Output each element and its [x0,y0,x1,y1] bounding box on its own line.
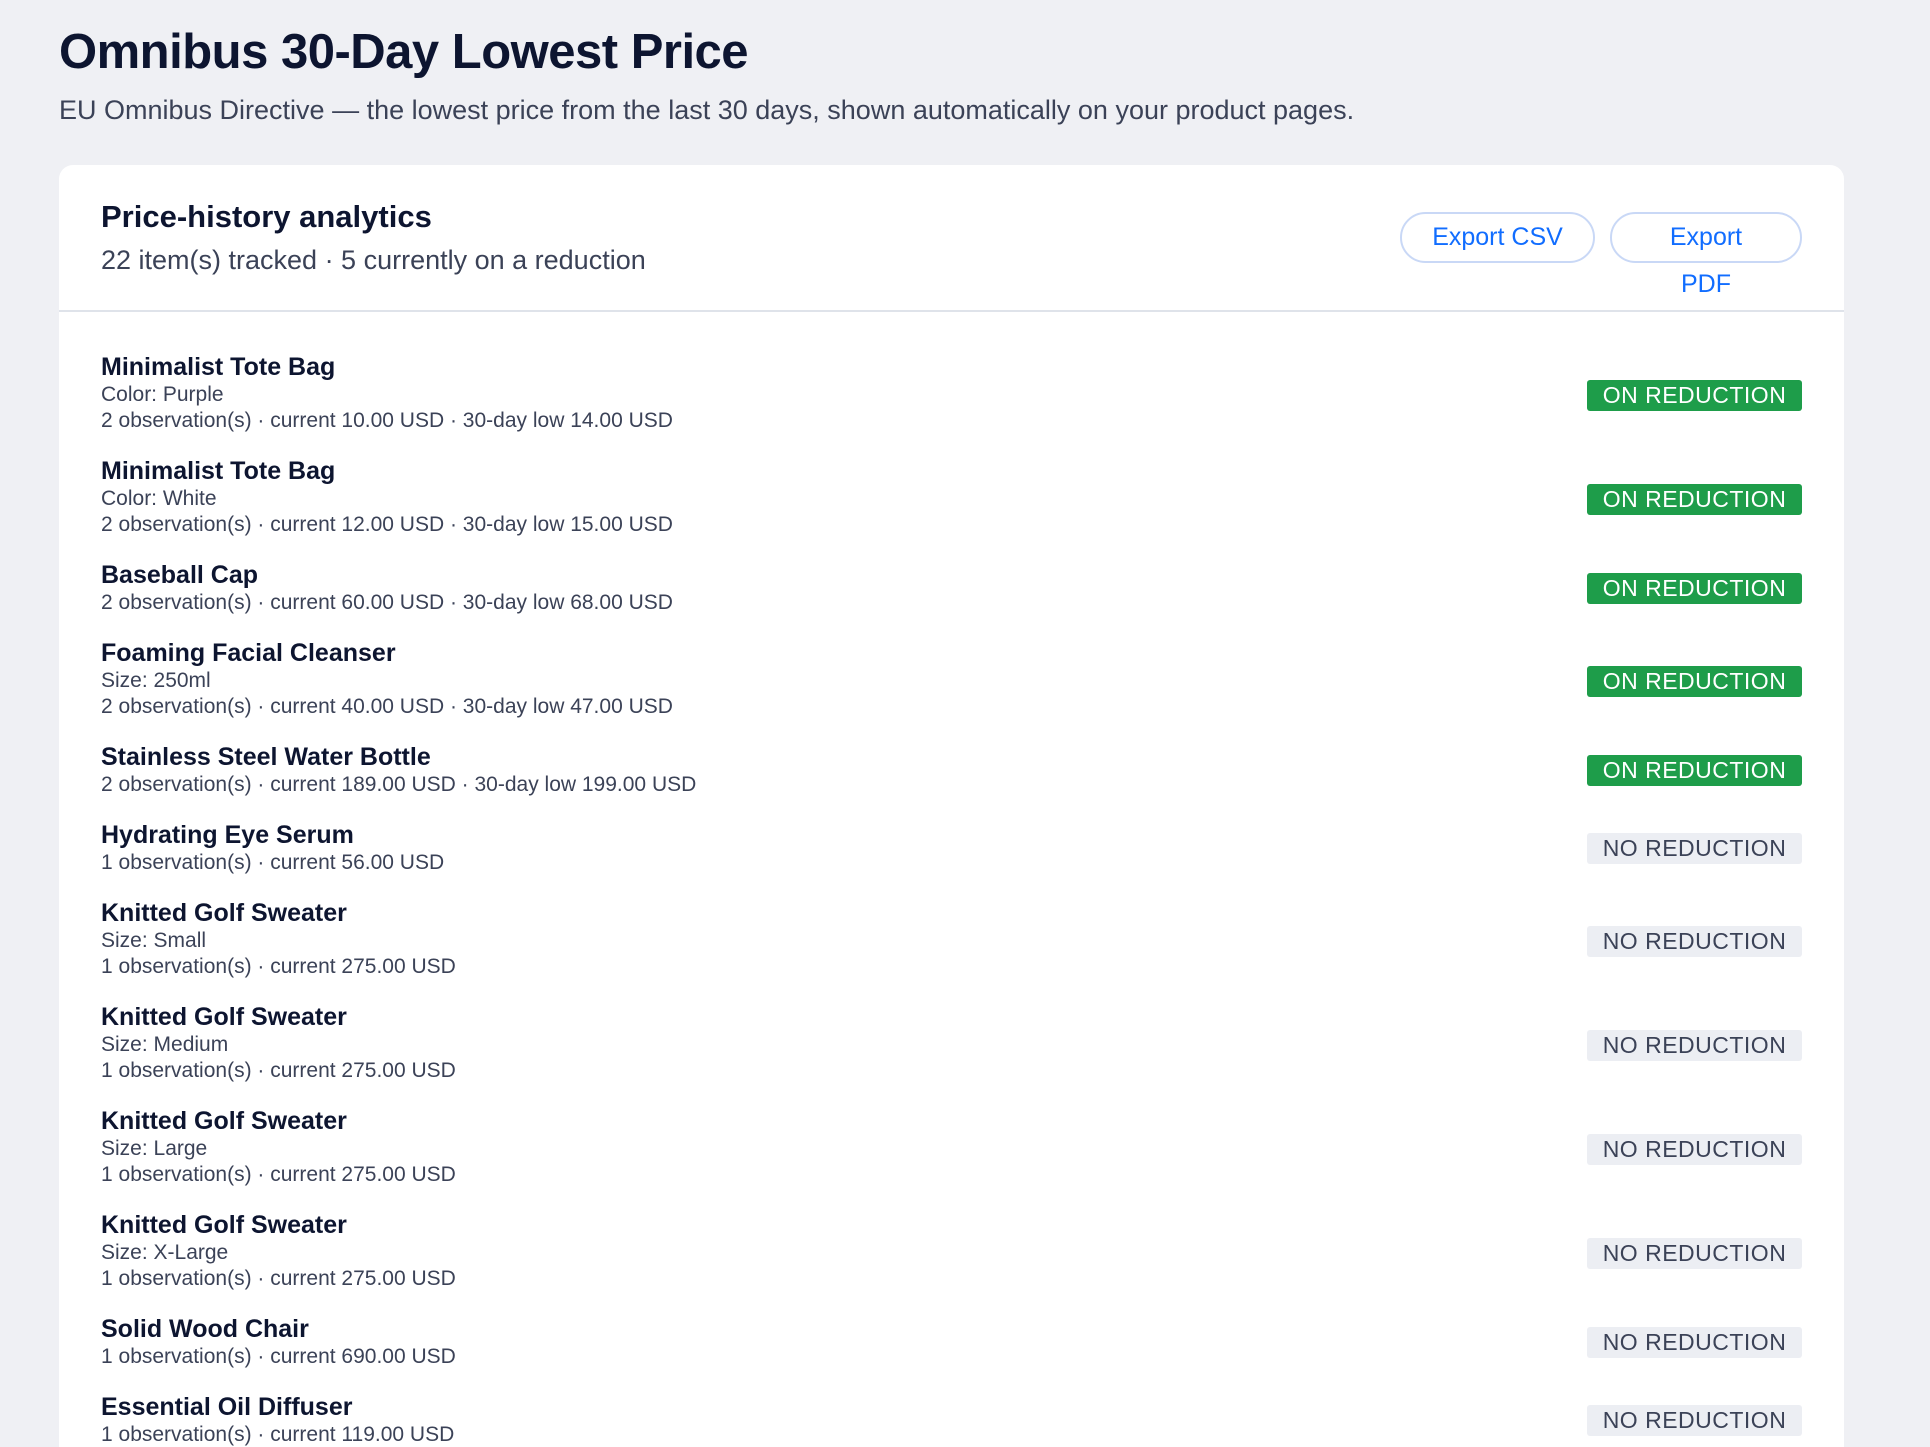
on-reduction-badge: ON REDUCTION [1587,666,1802,697]
page-title: Omnibus 30-Day Lowest Price [59,25,749,79]
list-item: Minimalist Tote Bag Color: White 2 observa… [101,456,1802,538]
on-reduction-badge: ON REDUCTION [1587,755,1802,786]
export-pdf-button[interactable]: Export PDF [1610,212,1802,298]
list-item: Foaming Facial Cleanser Size: 250ml 2 obse… [101,638,1802,720]
export-actions: Export CSV Export PDF [1400,212,1802,298]
item-variant: Color: Purple [101,383,224,406]
list-item: Solid Wood Chair 1 observation(s) · curre… [101,1314,1802,1370]
list-item: Baseball Cap 2 observation(s) · current 6… [101,560,1802,616]
list-item: Hydrating Eye Serum 1 observation(s) · cu… [101,820,1802,876]
item-name: Minimalist Tote Bag [101,457,336,485]
no-reduction-badge: NO REDUCTION [1587,1405,1802,1436]
item-variant: Size: X-Large [101,1241,229,1264]
item-name: Essential Oil Diffuser [101,1393,353,1421]
card-summary: 22 item(s) tracked · 5 currently on a re… [101,245,646,275]
on-reduction-badge: ON REDUCTION [1587,484,1802,515]
item-name: Baseball Cap [101,561,259,589]
list-item: Knitted Golf Sweater Size: Medium 1 observ… [101,1002,1802,1084]
item-stats: 1 observation(s) · current 56.00 USD [101,851,445,874]
list-item: Knitted Golf Sweater Size: Large 1 observa… [101,1106,1802,1188]
item-name: Minimalist Tote Bag [101,353,336,381]
item-name: Foaming Facial Cleanser [101,639,396,667]
no-reduction-badge: NO REDUCTION [1587,1030,1802,1061]
card-title: Price-history analytics [101,199,432,234]
list-item: Essential Oil Diffuser 1 observation(s) ·… [101,1392,1802,1447]
on-reduction-badge: ON REDUCTION [1587,573,1802,604]
item-variant: Size: Medium [101,1033,229,1056]
item-stats: 1 observation(s) · current 690.00 USD [101,1345,456,1368]
item-variant: Size: 250ml [101,669,211,692]
item-stats: 1 observation(s) · current 275.00 USD [101,1267,456,1290]
item-stats: 2 observation(s) · current 189.00 USD · … [101,773,697,796]
item-name: Solid Wood Chair [101,1315,309,1343]
item-stats: 1 observation(s) · current 275.00 USD [101,1059,456,1082]
item-name: Hydrating Eye Serum [101,821,354,849]
card-header: Price-history analytics 22 item(s) track… [59,165,1844,312]
item-stats: 2 observation(s) · current 60.00 USD · 3… [101,591,673,614]
list-item: Minimalist Tote Bag Color: Purple 2 observ… [101,352,1802,434]
page-subtitle: EU Omnibus Directive — the lowest price … [59,95,1355,125]
list-item: Knitted Golf Sweater Size: X-Large 1 obser… [101,1210,1802,1292]
no-reduction-badge: NO REDUCTION [1587,926,1802,957]
item-stats: 1 observation(s) · current 275.00 USD [101,1163,456,1186]
no-reduction-badge: NO REDUCTION [1587,1134,1802,1165]
item-name: Knitted Golf Sweater [101,899,347,927]
item-stats: 2 observation(s) · current 12.00 USD · 3… [101,513,673,536]
page-header: Omnibus 30-Day Lowest Price EU Omnibus D… [59,24,1354,127]
item-stats: 2 observation(s) · current 10.00 USD · 3… [101,409,673,432]
list-item: Stainless Steel Water Bottle 2 observatio… [101,742,1802,798]
export-csv-button[interactable]: Export CSV [1400,212,1595,263]
item-variant: Size: Large [101,1137,208,1160]
analytics-card: Price-history analytics 22 item(s) track… [59,165,1844,1447]
item-name: Knitted Golf Sweater [101,1107,347,1135]
item-name: Stainless Steel Water Bottle [101,743,431,771]
no-reduction-badge: NO REDUCTION [1587,1327,1802,1358]
on-reduction-badge: ON REDUCTION [1587,380,1802,411]
list-item: Knitted Golf Sweater Size: Small 1 observa… [101,898,1802,980]
item-name: Knitted Golf Sweater [101,1211,347,1239]
no-reduction-badge: NO REDUCTION [1587,1238,1802,1269]
item-name: Knitted Golf Sweater [101,1003,347,1031]
no-reduction-badge: NO REDUCTION [1587,833,1802,864]
item-variant: Color: White [101,487,217,510]
item-stats: 1 observation(s) · current 275.00 USD [101,955,456,978]
item-stats: 2 observation(s) · current 40.00 USD · 3… [101,695,673,718]
item-stats: 1 observation(s) · current 119.00 USD [101,1423,455,1446]
item-variant: Size: Small [101,929,207,952]
app-page: Omnibus 30-Day Lowest Price EU Omnibus D… [0,0,1930,1447]
